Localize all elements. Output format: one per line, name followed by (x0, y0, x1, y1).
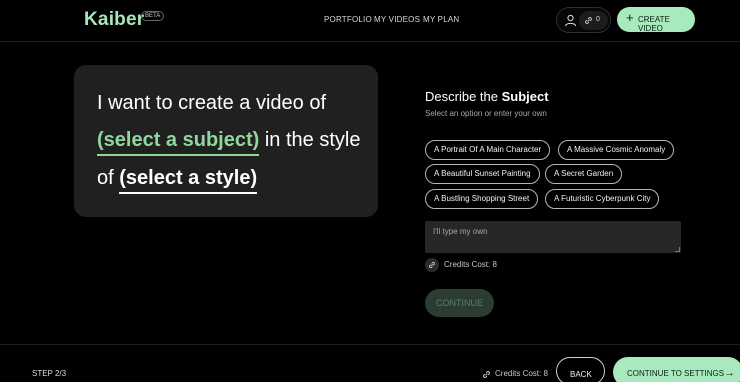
credits-pill[interactable]: 0 (579, 11, 608, 30)
link-icon (483, 371, 490, 378)
custom-subject-input[interactable] (425, 221, 681, 253)
prompt-line-1: I want to create a video of (97, 92, 327, 114)
subject-option-sunset-painting[interactable]: A Beautiful Sunset Painting (425, 164, 540, 184)
create-video-label: CREATE VIDEO (638, 15, 670, 33)
subject-option-cosmic-anomaly[interactable]: A Massive Cosmic Anomaly (558, 140, 675, 160)
prompt-card: I want to create a video of (select a su… (74, 65, 378, 217)
footer-bar: STEP 2/3 Credits Cost: 8 BACK CONTINUE T… (0, 344, 740, 382)
nav-my-plan[interactable]: MY PLAN (423, 15, 459, 24)
back-button[interactable]: BACK (556, 357, 605, 382)
subject-heading-prefix: Describe the (425, 89, 502, 104)
prompt-line-2: (select a subject) in the style (97, 129, 360, 156)
subject-heading-bold: Subject (501, 89, 549, 104)
credits-cost-text: Credits Cost: 8 (444, 260, 497, 269)
continue-button[interactable]: CONTINUE (425, 289, 494, 317)
credits-cost-link-icon (425, 258, 439, 272)
textarea-resize-handle[interactable] (675, 247, 680, 252)
arrow-right-icon: → (724, 367, 735, 379)
prompt-line-3: of (select a style) (97, 167, 258, 194)
subject-option-shopping-street[interactable]: A Bustling Shopping Street (425, 189, 539, 209)
create-video-button[interactable]: + CREATE VIDEO (617, 7, 695, 33)
subject-heading: Describe the Subject (425, 89, 549, 104)
subject-option-secret-garden[interactable]: A Secret Garden (545, 164, 623, 184)
account-widget[interactable]: 0 (556, 7, 611, 33)
continue-label: CONTINUE (436, 298, 483, 308)
style-selector[interactable]: (select a style) (119, 167, 258, 194)
subject-selector[interactable]: (select a subject) (97, 129, 260, 156)
kaiber-logo[interactable]: Kaiber (84, 9, 144, 31)
subject-option-portrait[interactable]: A Portrait Of A Main Character (425, 140, 551, 160)
plus-icon: + (626, 10, 634, 25)
subject-option-cyberpunk-city[interactable]: A Futuristic Cyberpunk City (545, 189, 660, 209)
credits-count: 0 (596, 16, 600, 23)
link-icon (585, 17, 592, 24)
footer-credits-cost: Credits Cost: 8 (495, 369, 548, 378)
prompt-of-text: of (97, 167, 120, 189)
link-icon (428, 261, 436, 269)
prompt-mid-text: in the style (259, 129, 361, 151)
beta-badge: BETA (141, 11, 165, 21)
nav-my-videos[interactable]: MY VIDEOS (374, 15, 420, 24)
subject-subtitle: Select an option or enter your own (425, 109, 547, 118)
continue-to-settings-label: CONTINUE TO SETTINGS (627, 369, 725, 378)
top-bar: Kaiber BETA PORTFOLIO MY VIDEOS MY PLAN … (0, 0, 740, 42)
step-indicator: STEP 2/3 (32, 369, 67, 378)
user-icon[interactable] (564, 14, 577, 27)
back-label: BACK (570, 370, 592, 379)
continue-to-settings-button[interactable]: CONTINUE TO SETTINGS → (613, 357, 740, 382)
nav-portfolio[interactable]: PORTFOLIO (324, 15, 372, 24)
